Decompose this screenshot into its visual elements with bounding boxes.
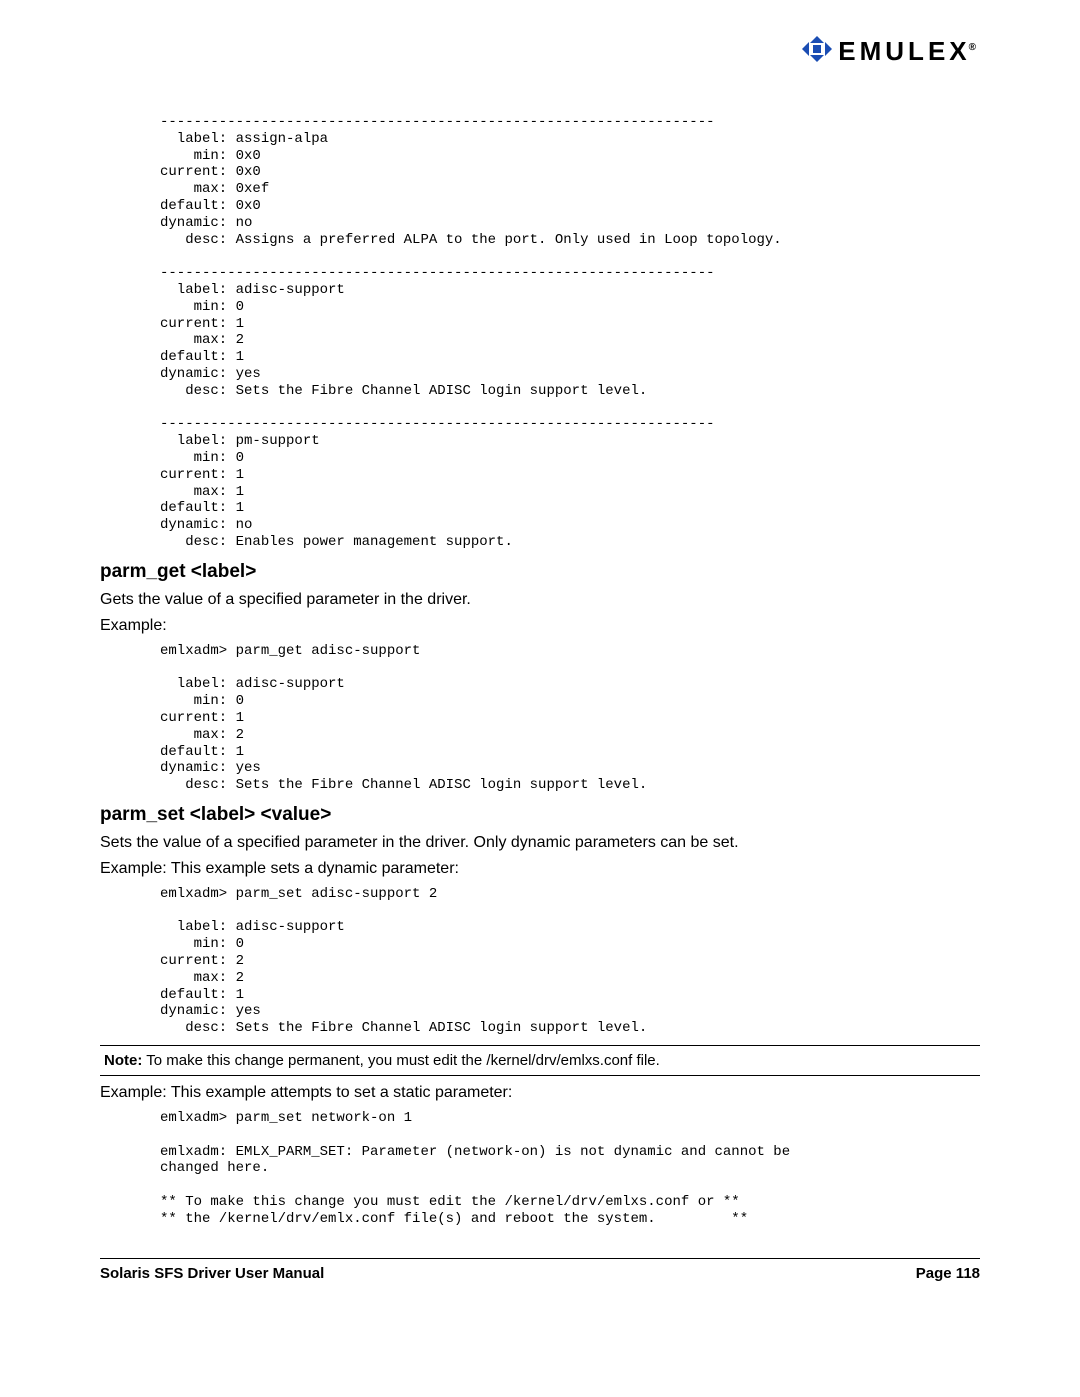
code-block-params-list: ----------------------------------------… [160,114,980,551]
page: EMULEX® --------------------------------… [0,0,1080,1397]
note-lead: Note: [104,1052,142,1069]
page-footer: Solaris SFS Driver User Manual Page 118 [100,1258,980,1282]
note-box: Note: To make this change permanent, you… [100,1045,980,1076]
brand-logo: EMULEX® [802,36,980,67]
note-text: To make this change permanent, you must … [142,1052,659,1069]
footer-page-number: Page 118 [916,1265,980,1282]
content: ----------------------------------------… [100,36,980,1282]
section-heading-parm-set: parm_set <label> <value> [100,804,980,826]
code-block-parm-get: emlxadm> parm_get adisc-support label: a… [160,643,980,794]
footer-doc-title: Solaris SFS Driver User Manual [100,1265,324,1282]
section-heading-parm-get: parm_get <label> [100,561,980,583]
brand-name: EMULEX® [838,36,980,67]
code-block-parm-set-static: emlxadm> parm_set network-on 1 emlxadm: … [160,1110,980,1228]
code-block-parm-set-dynamic: emlxadm> parm_set adisc-support 2 label:… [160,886,980,1037]
logo-icon [802,36,832,67]
example-label: Example: [100,617,980,635]
parm-set-description: Sets the value of a specified parameter … [100,834,980,852]
example-label: Example: This example sets a dynamic par… [100,860,980,878]
example-label: Example: This example attempts to set a … [100,1084,980,1102]
parm-get-description: Gets the value of a specified parameter … [100,591,980,609]
